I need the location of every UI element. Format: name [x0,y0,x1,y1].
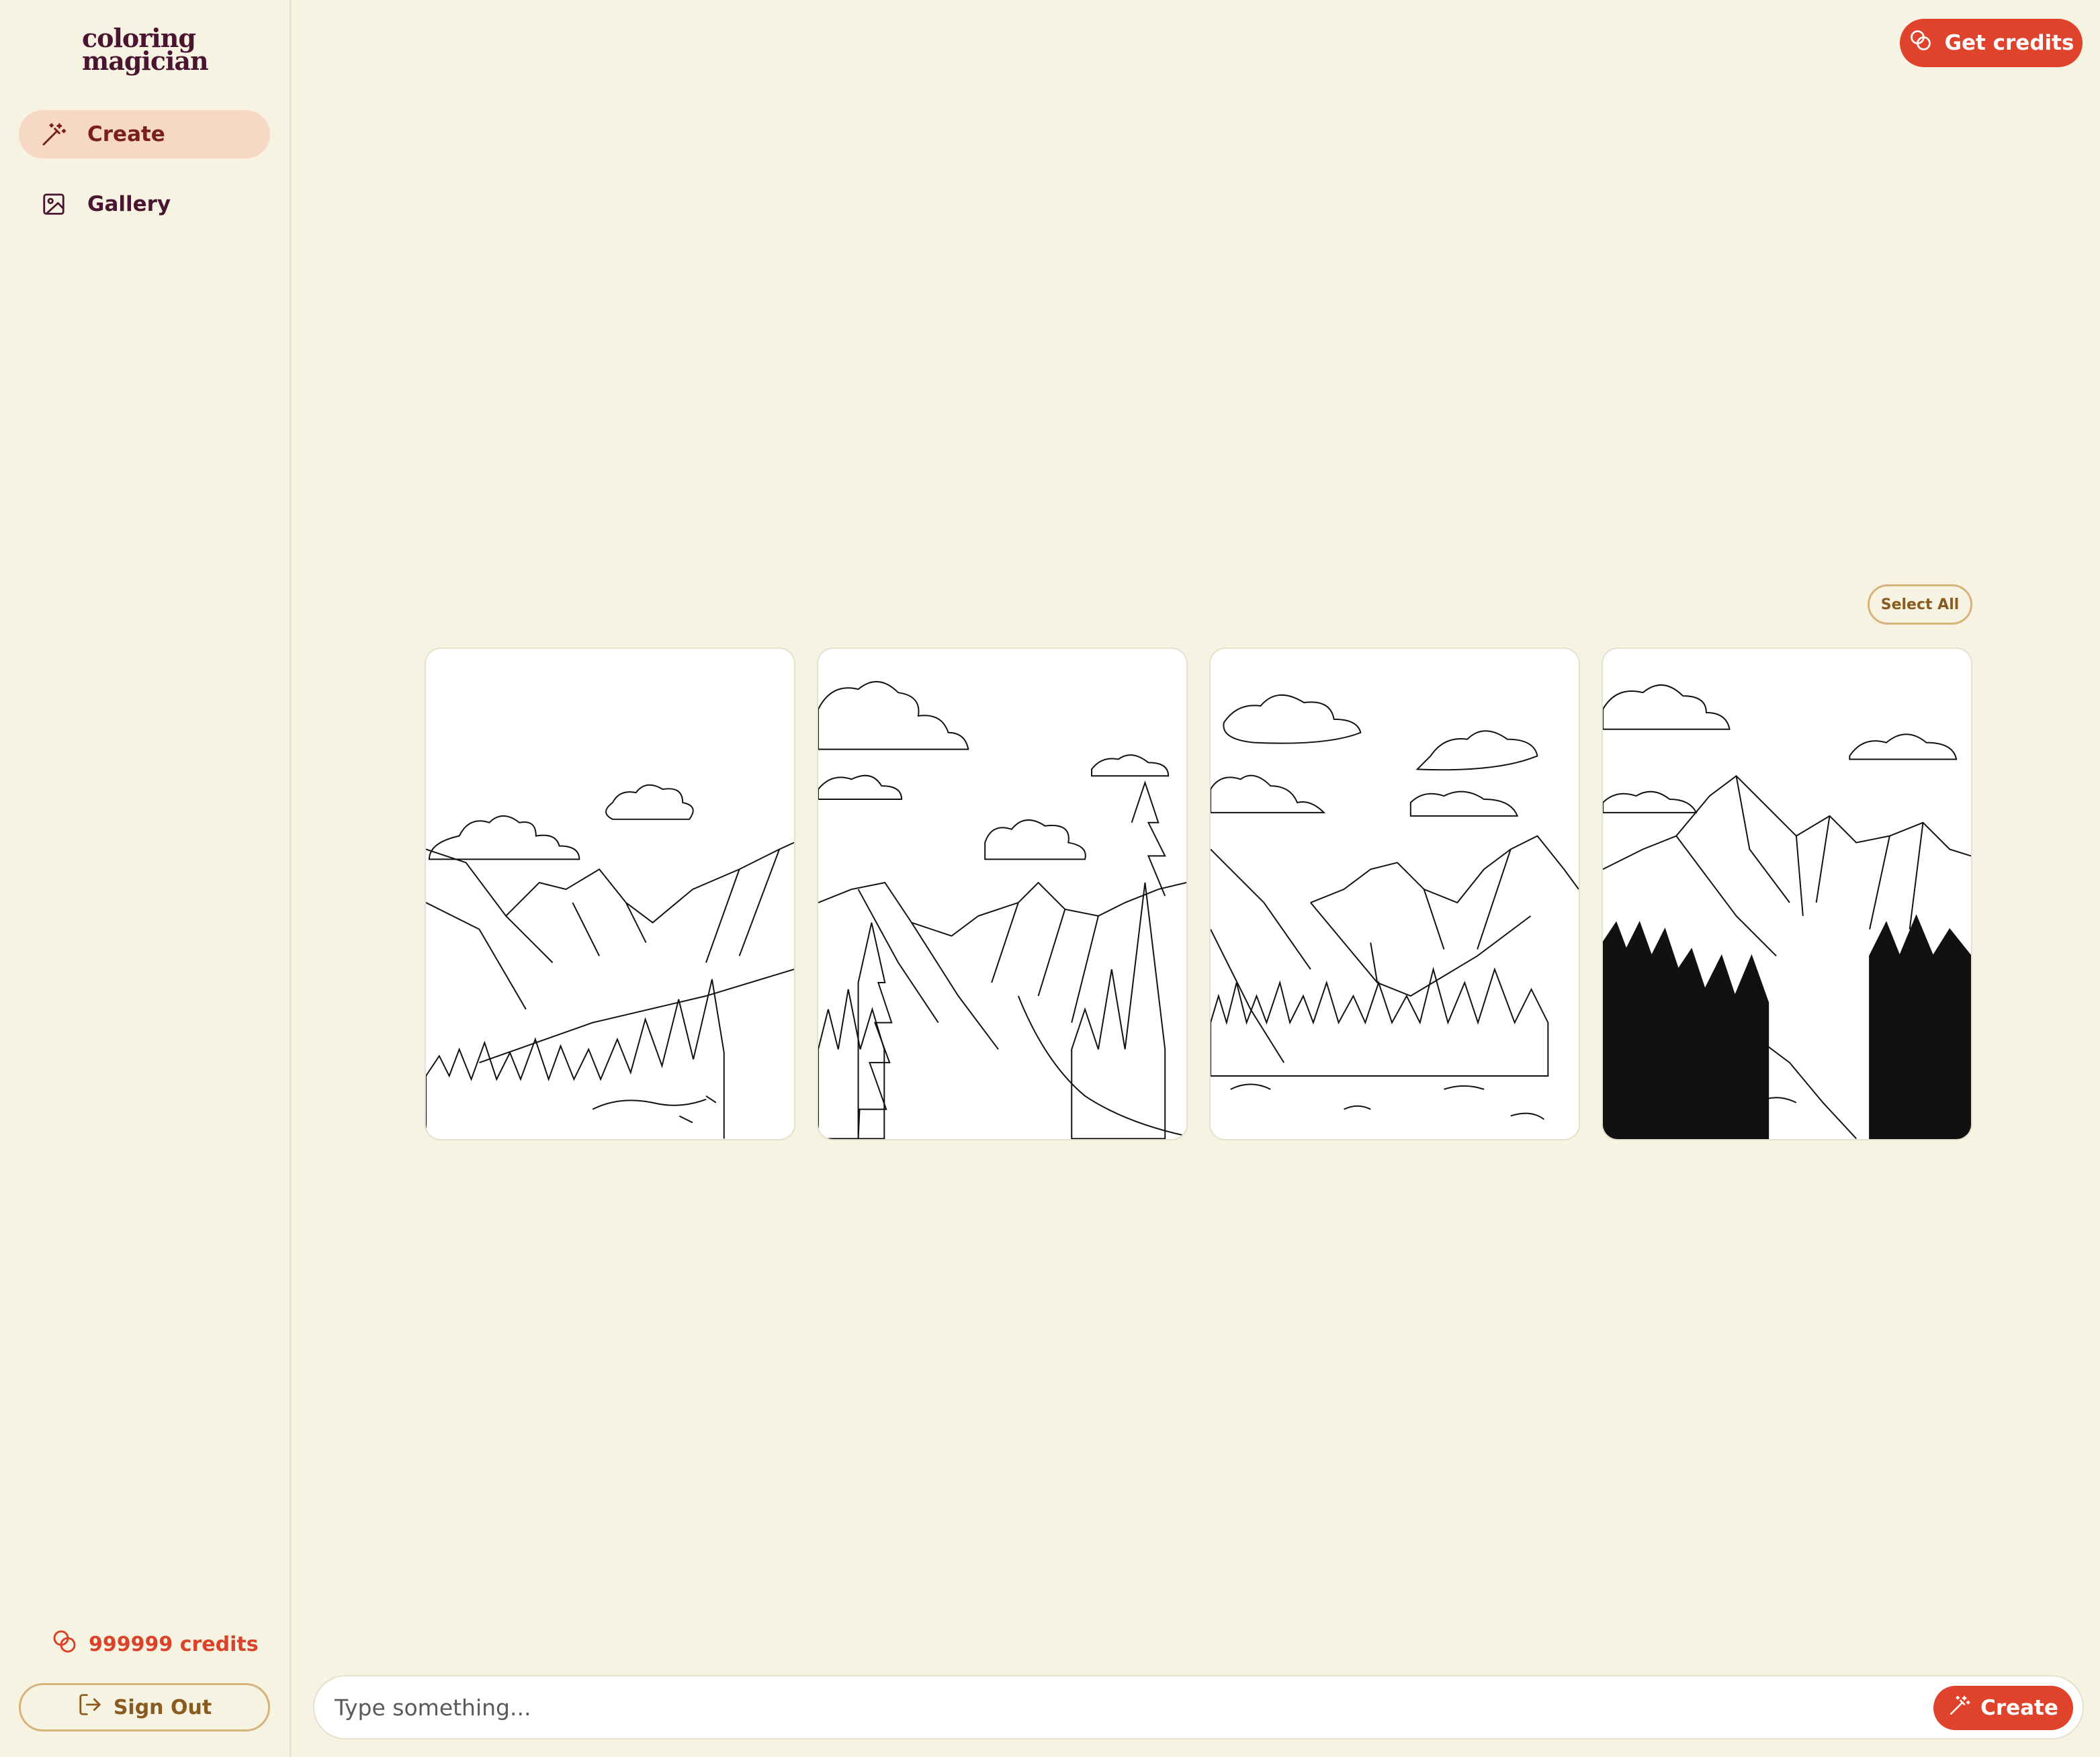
get-credits-button[interactable]: Get credits [1900,19,2083,67]
sign-out-icon [77,1692,103,1723]
sidebar-item-create[interactable]: Create [19,110,270,159]
mountain-landscape-illustration [426,784,794,1139]
result-image-3[interactable] [1209,647,1580,1140]
magic-wand-icon [39,120,69,149]
result-image-2[interactable] [817,647,1188,1140]
prompt-input[interactable] [335,1676,1900,1738]
brand-line-2: magician [82,46,209,76]
create-button-label: Create [1980,1696,2058,1720]
result-image-1[interactable] [425,647,795,1140]
coins-icon [51,1628,78,1660]
image-icon [39,189,69,219]
sign-out-label: Sign Out [113,1695,212,1719]
coins-icon [1909,28,1933,58]
mountain-landscape-illustration [818,680,1186,1139]
sidebar-item-gallery[interactable]: Gallery [19,180,270,228]
prompt-bar: Create [313,1675,2084,1740]
credits-label: 999999 credits [89,1632,259,1656]
create-button[interactable]: Create [1933,1686,2073,1730]
mountain-landscape-illustration [1211,694,1579,1120]
brand-logo[interactable]: coloring magician [82,26,216,76]
sidebar-item-label: Create [87,122,165,146]
credits-balance: 999999 credits [51,1628,259,1660]
result-image-4[interactable] [1602,647,1972,1140]
get-credits-label: Get credits [1944,31,2074,55]
mountain-landscape-illustration [1603,684,1971,1139]
magic-wand-icon [1948,1694,1971,1722]
select-all-button[interactable]: Select All [1868,584,1972,625]
sidebar: coloring magician Create Gallery 999999 … [0,0,292,1757]
sign-out-button[interactable]: Sign Out [19,1683,270,1731]
sidebar-item-label: Gallery [87,192,171,216]
